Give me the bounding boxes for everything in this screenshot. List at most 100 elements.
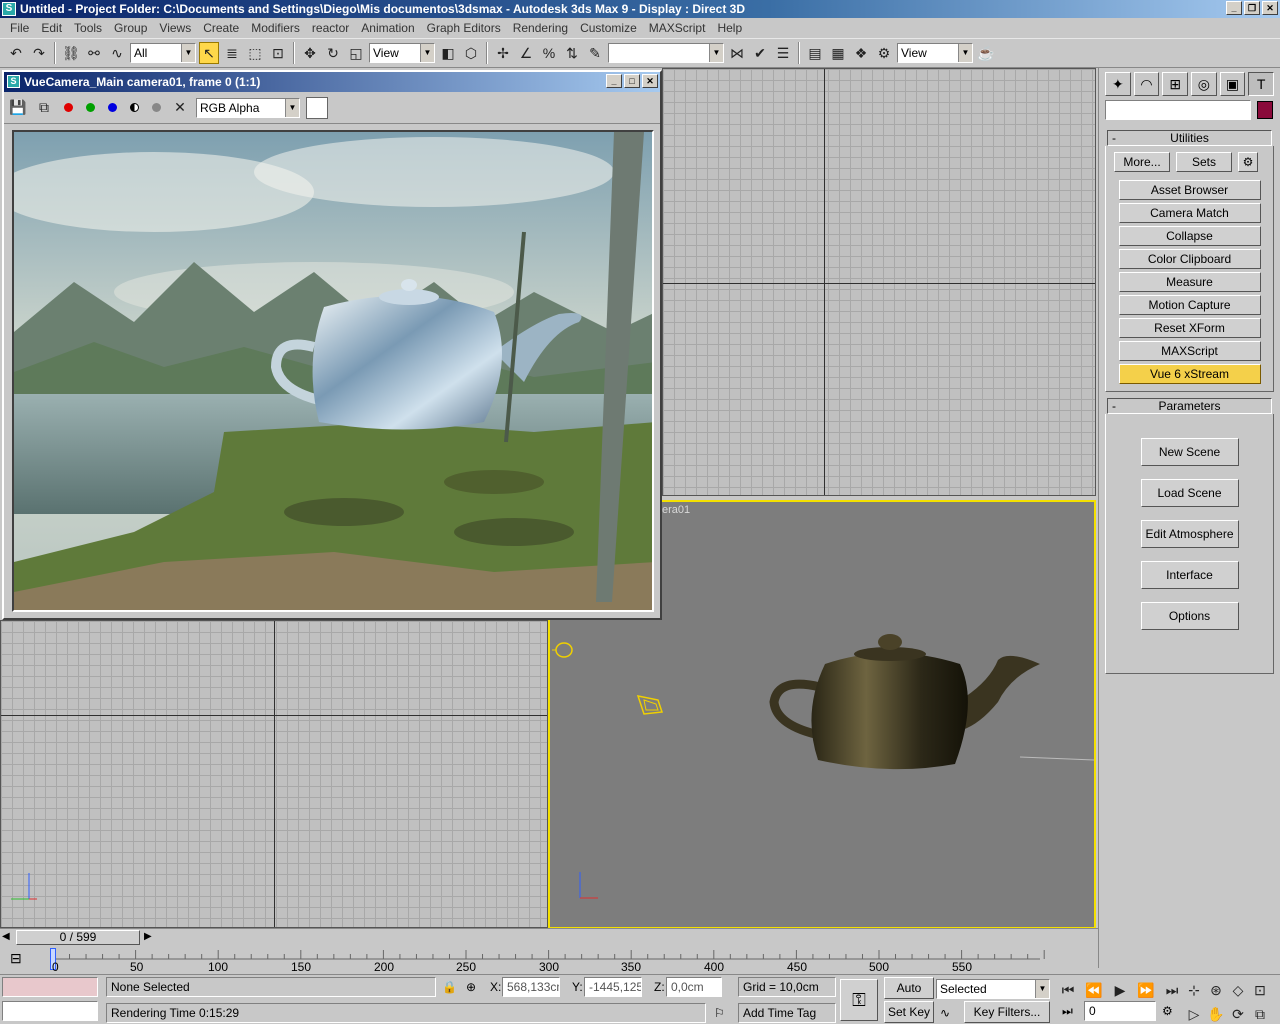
maxscript-input-mini[interactable]: [2, 1001, 98, 1021]
maximize-viewport-icon[interactable]: ⧉: [1250, 1003, 1270, 1024]
mirror-icon[interactable]: ⋈: [727, 42, 747, 64]
menu-rendering[interactable]: Rendering: [507, 18, 574, 38]
named-selection-dropdown[interactable]: ▼: [608, 43, 724, 63]
material-editor-icon[interactable]: ❖: [851, 42, 871, 64]
menu-file[interactable]: File: [4, 18, 35, 38]
menu-graph-editors[interactable]: Graph Editors: [421, 18, 507, 38]
edit-atmosphere-button[interactable]: Edit Atmosphere: [1140, 520, 1239, 548]
key-mode-toggle-icon[interactable]: ⏭: [1062, 1001, 1073, 1021]
quick-render-teapot-icon[interactable]: ☕: [976, 42, 996, 64]
select-object-icon[interactable]: ↖: [199, 42, 219, 64]
red-channel-toggle[interactable]: [60, 100, 76, 116]
undo-icon[interactable]: ↶: [6, 42, 26, 64]
curve-editor-icon[interactable]: ▤: [805, 42, 825, 64]
parameters-rollout-header[interactable]: - Parameters: [1107, 398, 1272, 414]
zoom-icon[interactable]: ⊹: [1184, 979, 1204, 1001]
menu-help[interactable]: Help: [711, 18, 748, 38]
rotate-icon[interactable]: ↻: [323, 42, 343, 64]
spinner-snap-icon[interactable]: ⇅: [562, 42, 582, 64]
absolute-mode-icon[interactable]: ⊕: [466, 977, 476, 997]
save-image-icon[interactable]: 💾: [8, 97, 28, 119]
menu-tools[interactable]: Tools: [68, 18, 108, 38]
render-frame-window[interactable]: S VueCamera_Main camera01, frame 0 (1:1)…: [2, 70, 662, 620]
maximize-icon[interactable]: □: [624, 74, 640, 88]
options-button[interactable]: Options: [1140, 602, 1239, 630]
key-icon[interactable]: ⚿: [840, 979, 878, 1021]
display-channel-dropdown[interactable]: RGB Alpha ▼: [196, 97, 300, 118]
field-of-view-icon-2[interactable]: ▷: [1184, 1003, 1204, 1024]
y-coordinate-field[interactable]: -1445,125c: [584, 977, 642, 997]
pan-icon[interactable]: ✋: [1206, 1003, 1226, 1024]
maxscript-button[interactable]: MAXScript: [1118, 341, 1261, 361]
key-filters-button[interactable]: Key Filters...: [964, 1001, 1050, 1023]
current-frame-field[interactable]: 0: [1084, 1001, 1156, 1021]
menu-animation[interactable]: Animation: [355, 18, 420, 38]
reference-coordinate-dropdown[interactable]: View ▼: [369, 43, 435, 63]
clone-render-icon[interactable]: ⧉: [34, 97, 54, 119]
menu-group[interactable]: Group: [108, 18, 153, 38]
viewport-bottom-left[interactable]: [0, 620, 548, 928]
select-by-name-icon[interactable]: ≣: [222, 42, 242, 64]
menu-create[interactable]: Create: [197, 18, 245, 38]
object-color-swatch[interactable]: [1257, 101, 1273, 119]
asset-browser-button[interactable]: Asset Browser: [1118, 180, 1261, 200]
mini-curve-editor-icon[interactable]: ⊟: [10, 950, 22, 967]
key-mode-dropdown[interactable]: Selected ▼: [936, 979, 1050, 999]
green-channel-toggle[interactable]: [82, 100, 98, 116]
scale-icon[interactable]: ◱: [346, 42, 366, 64]
display-tab-icon[interactable]: ▣: [1219, 72, 1246, 96]
object-name-field[interactable]: [1105, 100, 1251, 120]
chevron-right-icon[interactable]: ▶: [144, 931, 152, 942]
configure-sets-icon[interactable]: ⚙: [1238, 152, 1258, 172]
x-coordinate-field[interactable]: 568,133cm: [502, 977, 560, 997]
restore-icon[interactable]: ❐: [1244, 1, 1260, 15]
hierarchy-tab-icon[interactable]: ⊞: [1162, 72, 1189, 96]
time-slider-thumb[interactable]: 0 / 599: [16, 930, 140, 945]
alpha-channel-toggle[interactable]: [126, 100, 142, 116]
interface-button[interactable]: Interface: [1140, 561, 1239, 589]
motion-capture-button[interactable]: Motion Capture: [1118, 295, 1261, 315]
motion-tab-icon[interactable]: ◎: [1191, 72, 1217, 96]
camera-match-button[interactable]: Camera Match: [1118, 203, 1261, 223]
viewport-top-right[interactable]: [662, 68, 1096, 496]
utilities-rollout-header[interactable]: - Utilities: [1107, 130, 1272, 146]
previous-frame-icon[interactable]: ⏪: [1084, 979, 1104, 1001]
create-tab-icon[interactable]: ✦: [1105, 72, 1131, 96]
play-icon[interactable]: ▶: [1110, 979, 1130, 1001]
maxscript-listener-mini[interactable]: [2, 977, 98, 997]
zoom-all-icon[interactable]: ⊛: [1206, 979, 1226, 1001]
bind-space-warp-icon[interactable]: ∿: [107, 42, 127, 64]
close-icon[interactable]: ✕: [642, 74, 658, 88]
go-to-end-icon[interactable]: ⏭: [1162, 979, 1182, 1001]
add-time-tag[interactable]: Add Time Tag: [738, 1003, 836, 1023]
snap-toggle-icon[interactable]: ✢: [493, 42, 513, 64]
monochrome-toggle[interactable]: [148, 100, 164, 116]
menu-maxscript[interactable]: MAXScript: [643, 18, 712, 38]
time-slider-track[interactable]: ◀ 0 / 599 ▶: [0, 928, 1098, 946]
unlink-icon[interactable]: ⚯: [84, 42, 104, 64]
color-clipboard-button[interactable]: Color Clipboard: [1118, 249, 1261, 269]
align-icon[interactable]: ✔: [750, 42, 770, 64]
pivot-center-icon[interactable]: ◧: [438, 42, 458, 64]
auto-key-button[interactable]: Auto Key: [884, 977, 934, 1015]
more-button[interactable]: More...: [1114, 152, 1170, 172]
time-config-icon[interactable]: ⚙: [1162, 1001, 1173, 1021]
rectangular-selection-icon[interactable]: ⬚: [245, 42, 265, 64]
menu-modifiers[interactable]: Modifiers: [245, 18, 306, 38]
set-key-button[interactable]: Set Key: [884, 1001, 934, 1023]
measure-button[interactable]: Measure: [1118, 272, 1261, 292]
go-to-start-icon[interactable]: ⏮: [1058, 979, 1078, 1001]
chevron-left-icon[interactable]: ◀: [2, 931, 10, 942]
render-view-dropdown[interactable]: View ▼: [897, 43, 973, 63]
menu-edit[interactable]: Edit: [35, 18, 68, 38]
new-scene-button[interactable]: New Scene: [1140, 438, 1239, 466]
orbit-icon[interactable]: ⟳: [1228, 1003, 1248, 1024]
load-scene-button[interactable]: Load Scene: [1140, 479, 1239, 507]
track-bar[interactable]: ⊟ 0 50 100 150 200 250 300 350 400 450 5…: [0, 946, 1098, 974]
close-icon[interactable]: ✕: [1262, 1, 1278, 15]
menu-reactor[interactable]: reactor: [306, 18, 355, 38]
menu-customize[interactable]: Customize: [574, 18, 643, 38]
named-selection-icon[interactable]: ✎: [585, 42, 605, 64]
window-crossing-icon[interactable]: ⊡: [268, 42, 288, 64]
select-manipulate-icon[interactable]: ⬡: [461, 42, 481, 64]
